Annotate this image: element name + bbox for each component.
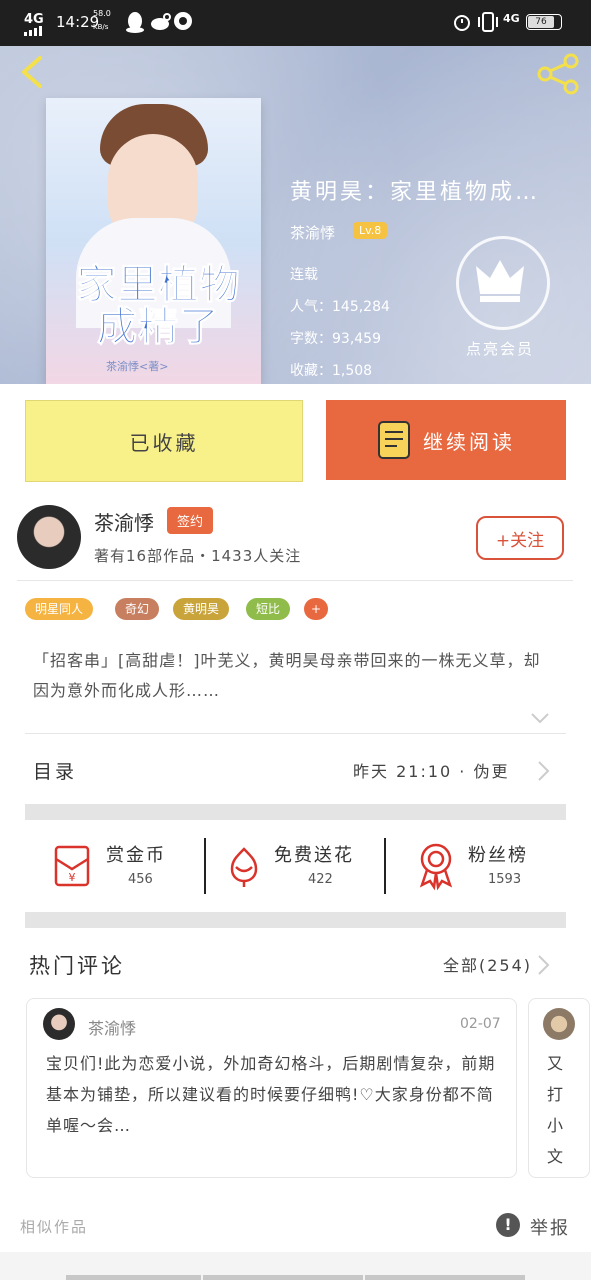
cover-title: 家里植物 成精了 xyxy=(66,262,251,350)
book-icon xyxy=(378,421,410,459)
comment-text: 宝贝们!此为恋爱小说，外加奇幻格斗，后期剧情复杂，前期基本为铺垫，所以建议看的时… xyxy=(46,1054,496,1135)
stat-divider xyxy=(204,838,206,894)
chevron-left-icon xyxy=(22,56,42,88)
report-button[interactable]: 举报 xyxy=(530,1214,570,1240)
share-button[interactable] xyxy=(535,52,581,100)
send-flower-button[interactable]: 免费送花 422 xyxy=(222,835,382,895)
section-separator xyxy=(25,804,566,820)
continue-reading-button[interactable]: 继续阅读 xyxy=(326,400,566,480)
vibrate-icon xyxy=(478,11,498,37)
author-works-info: 著有16部作品・1433人关注 xyxy=(94,547,302,565)
book-cover[interactable]: 家里植物 成精了 茶渝悸<著> xyxy=(46,98,261,384)
favorite-button[interactable]: 已收藏 xyxy=(25,400,303,482)
avatar[interactable] xyxy=(43,1008,75,1040)
comment-preview-char: 打 xyxy=(547,1085,564,1104)
cover-title-line2: 成精了 xyxy=(97,304,220,350)
signed-badge: 签约 xyxy=(167,507,214,534)
book-title: 黄明昊：家里植物成… xyxy=(290,180,541,205)
toc-label: 目录 xyxy=(33,761,78,783)
crown-icon xyxy=(476,260,524,302)
section-separator xyxy=(25,912,566,928)
comment-preview-char: 小 xyxy=(547,1116,564,1135)
fan-ranking-button[interactable]: 粉丝榜 1593 xyxy=(414,835,564,895)
tag-chip[interactable]: 明星同人 xyxy=(25,598,94,620)
network-right-label: 4G xyxy=(503,12,520,25)
continue-reading-label: 继续阅读 xyxy=(423,429,515,454)
favorites-label: 收藏： xyxy=(290,363,332,379)
warning-icon[interactable]: ! xyxy=(496,1213,520,1237)
add-tag-button[interactable]: + xyxy=(304,598,329,620)
divider xyxy=(17,580,573,581)
author-name[interactable]: 茶渝悸 xyxy=(94,507,154,536)
similar-works-label[interactable]: 相似作品 xyxy=(20,1216,88,1237)
book-status: 连载 xyxy=(290,267,318,283)
author-avatar[interactable] xyxy=(17,505,81,569)
comment-preview-char: 文 xyxy=(547,1147,564,1166)
tag-chip[interactable]: 奇幻 xyxy=(115,598,160,620)
expand-button[interactable] xyxy=(530,710,550,729)
battery-icon: 76 xyxy=(526,14,562,30)
back-button[interactable] xyxy=(16,54,46,94)
alarm-icon xyxy=(452,12,472,36)
stat-label: 粉丝榜 xyxy=(468,845,528,866)
favorites-value: 1,508 xyxy=(332,363,373,379)
status-bar: 4G 14:29 58.0 KB/s 4G 76 xyxy=(0,0,591,46)
all-comments-link[interactable]: 全部(254) xyxy=(443,952,532,976)
divider xyxy=(25,733,566,734)
weibo-icon xyxy=(150,12,172,36)
follow-button[interactable]: +关注 xyxy=(476,516,564,560)
nav-indicator xyxy=(203,1275,363,1280)
popularity-value: 145,284 xyxy=(332,299,390,315)
vip-label: 点亮会员 xyxy=(466,340,535,358)
avatar[interactable] xyxy=(543,1008,575,1040)
author-level-badge: Lv.8 xyxy=(353,222,388,239)
comment-text-preview: 又 打 小 文 xyxy=(547,1048,567,1172)
flower-icon xyxy=(230,847,258,887)
chevron-right-icon xyxy=(536,954,550,980)
hot-comments-title: 热门评论 xyxy=(29,954,125,978)
book-author[interactable]: 茶渝悸 xyxy=(290,222,335,243)
svg-text:¥: ¥ xyxy=(69,871,76,884)
stat-label: 赏金币 xyxy=(106,845,166,866)
popularity-row: 人气：145,284 xyxy=(290,296,390,316)
tag-chip[interactable]: 短比 xyxy=(246,598,291,620)
signal-icon xyxy=(24,24,48,40)
book-description: 「招客串」[高甜虐！]叶芜义，黄明昊母亲带回来的一株无义草，却因为意外而化成人形… xyxy=(33,651,541,700)
stat-value: 456 xyxy=(128,872,153,887)
favorites-row: 收藏：1,508 xyxy=(290,360,372,380)
chevron-right-icon xyxy=(536,760,550,786)
nav-indicator xyxy=(66,1275,201,1280)
comment-date: 02-07 xyxy=(460,1016,501,1032)
vip-button[interactable] xyxy=(456,236,550,330)
comment-user[interactable]: 茶渝悸 xyxy=(88,1015,136,1039)
comment-preview-char: 又 xyxy=(547,1054,564,1073)
book-header: 家里植物 成精了 茶渝悸<著> 黄明昊：家里植物成… 茶渝悸 Lv.8 连载 人… xyxy=(0,46,591,384)
nav-indicator xyxy=(365,1275,525,1280)
cover-title-line1: 家里植物 xyxy=(76,262,241,308)
red-envelope-icon: ¥ xyxy=(54,845,90,887)
battery-level: 76 xyxy=(528,16,554,28)
stat-value: 1593 xyxy=(488,872,522,887)
words-value: 93,459 xyxy=(332,331,381,347)
cover-author: 茶渝悸<著> xyxy=(106,360,169,373)
qq-icon xyxy=(125,11,145,37)
browser-icon xyxy=(173,11,193,35)
words-row: 字数：93,459 xyxy=(290,328,381,348)
chevron-down-icon xyxy=(531,713,549,724)
reward-coins-button[interactable]: ¥ 赏金币 456 xyxy=(50,835,200,895)
share-icon xyxy=(537,53,579,95)
toc-update-info: 昨天 21:10 · 伪更 xyxy=(353,762,510,781)
stat-divider xyxy=(384,838,386,894)
words-label: 字数： xyxy=(290,331,332,347)
net-speed: 58.0 xyxy=(93,9,111,18)
tag-chip[interactable]: 黄明昊 xyxy=(173,598,230,620)
stat-value: 422 xyxy=(308,872,333,887)
stat-label: 免费送花 xyxy=(274,845,354,866)
popularity-label: 人气： xyxy=(290,299,332,315)
net-speed-unit: KB/s xyxy=(93,23,109,31)
medal-icon xyxy=(419,843,453,891)
